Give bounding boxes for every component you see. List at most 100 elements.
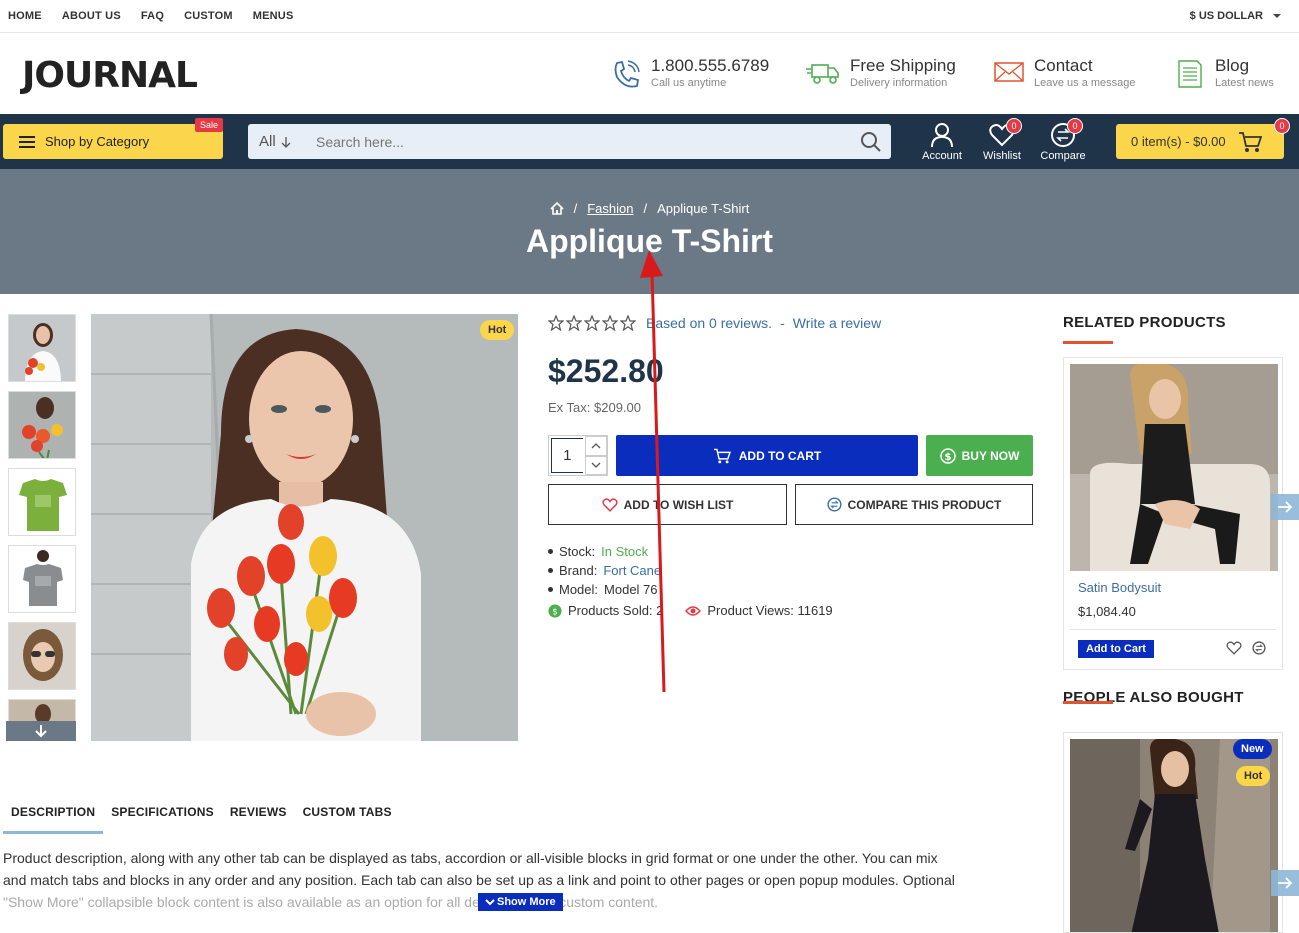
- product-views: Product Views: 11619: [685, 601, 833, 620]
- search-button[interactable]: [851, 131, 891, 153]
- related-product-image[interactable]: [1070, 364, 1278, 571]
- buy-now-label: BUY NOW: [961, 448, 1020, 463]
- nav-faq-link[interactable]: FAQ: [141, 10, 164, 22]
- also-bought-next-button[interactable]: [1271, 870, 1299, 896]
- stock-row: Stock: In Stock: [548, 542, 833, 561]
- main-navbar: Shop by Category Sale All Account 0 Wish…: [0, 114, 1299, 169]
- hot-badge: Hot: [480, 320, 515, 340]
- star-icon: [566, 315, 582, 331]
- eye-icon: [685, 605, 702, 616]
- cart-summary: 0 item(s) - $0.00: [1131, 134, 1226, 149]
- new-badge: New: [1233, 739, 1272, 759]
- add-to-cart-button[interactable]: ADD TO CART: [616, 435, 918, 476]
- thumbnail-3[interactable]: [8, 468, 76, 536]
- reviews-count-link[interactable]: Based on 0 reviews.: [646, 315, 772, 331]
- tab-description[interactable]: DESCRIPTION: [3, 800, 104, 834]
- cart-count-badge: 0: [1274, 118, 1290, 134]
- account-button[interactable]: Account: [912, 120, 972, 162]
- stats-row: $ Products Sold: 2 Product Views: 11619: [548, 601, 833, 620]
- tab-reviews[interactable]: REVIEWS: [222, 800, 295, 834]
- tab-specifications[interactable]: SPECIFICATIONS: [103, 800, 222, 834]
- breadcrumb-separator: /: [643, 201, 648, 216]
- currency-label: $ US DOLLAR: [1189, 10, 1263, 22]
- quantity-decrease-button[interactable]: [584, 455, 607, 475]
- related-add-to-cart-button[interactable]: Add to Cart: [1078, 640, 1154, 658]
- phone-sub: Call us anytime: [651, 77, 727, 89]
- show-more-label: Show More: [497, 896, 556, 908]
- product-main-image[interactable]: Hot: [91, 314, 518, 741]
- wishlist-button[interactable]: 0 Wishlist: [972, 118, 1032, 162]
- thumbnails-scroll-down-button[interactable]: [6, 721, 76, 741]
- nav-menus-link[interactable]: MENUS: [253, 10, 294, 22]
- thumbnail-1[interactable]: [8, 314, 76, 382]
- wishlist-count-badge: 0: [1006, 118, 1022, 134]
- header-contact[interactable]: Contact Leave us a message: [994, 57, 1136, 89]
- thumbnail-4[interactable]: [8, 545, 76, 613]
- site-logo[interactable]: JOURNAL: [22, 55, 198, 96]
- title-underline: [1063, 341, 1113, 344]
- nav-custom-link[interactable]: CUSTOM: [184, 10, 233, 22]
- product-thumbnails: [8, 314, 76, 741]
- show-more-button[interactable]: Show More: [478, 893, 563, 911]
- currency-selector[interactable]: $ US DOLLAR: [1190, 10, 1281, 22]
- model-value: Model 76: [604, 582, 658, 597]
- nav-home-link[interactable]: HOME: [8, 10, 42, 22]
- search-bar: All: [248, 124, 891, 159]
- add-to-wishlist-button[interactable]: ADD TO WISH LIST: [548, 484, 787, 525]
- add-to-wishlist-label: ADD TO WISH LIST: [623, 497, 734, 512]
- dollar-circle-icon: $: [939, 447, 956, 464]
- related-product-name[interactable]: Satin Bodysuit: [1078, 580, 1161, 595]
- chevron-down-icon: [591, 462, 601, 469]
- related-product-card: Satin Bodysuit $1,084.40 Add to Cart: [1063, 357, 1283, 670]
- model-row: Model: Model 76: [548, 580, 833, 599]
- compare-button[interactable]: 0 Compare: [1033, 118, 1093, 162]
- rating-row: Based on 0 reviews. - Write a review: [548, 314, 1038, 332]
- compare-product-button[interactable]: COMPARE THIS PRODUCT: [795, 484, 1033, 525]
- quantity-increase-button[interactable]: [584, 436, 607, 456]
- star-icon: [620, 315, 636, 331]
- arrow-down-icon: [35, 725, 47, 738]
- tab-custom-tabs[interactable]: CUSTOM TABS: [295, 800, 400, 834]
- page-title-band: / Fashion / Applique T-Shirt Applique T-…: [0, 169, 1299, 294]
- write-review-link[interactable]: Write a review: [793, 315, 881, 331]
- product-price: $252.80: [548, 353, 664, 389]
- header-phone[interactable]: 1.800.555.6789 Call us anytime: [611, 57, 769, 91]
- reviews-separator: -: [780, 315, 785, 331]
- stock-status: In Stock: [601, 544, 649, 559]
- home-icon[interactable]: [550, 202, 564, 215]
- thumbnail-5[interactable]: [8, 622, 76, 690]
- cart-icon: [1238, 131, 1262, 152]
- contact-title: Contact: [1034, 56, 1093, 75]
- site-header: JOURNAL 1.800.555.6789 Call us anytime F…: [0, 33, 1299, 113]
- brand-link[interactable]: Fort Cane: [603, 561, 661, 580]
- buy-now-button[interactable]: $ BUY NOW: [926, 435, 1033, 476]
- compare-icon[interactable]: [1252, 641, 1266, 655]
- star-icon: [602, 315, 618, 331]
- heart-icon[interactable]: [1226, 641, 1242, 655]
- quantity-stepper: 1: [548, 435, 608, 476]
- cart-button[interactable]: 0 item(s) - $0.00 0: [1116, 118, 1290, 159]
- quantity-input[interactable]: 1: [551, 438, 583, 473]
- description-line-2: and match tabs and blocks in any order a…: [3, 872, 955, 888]
- star-icon: [548, 315, 564, 331]
- product-tabs: DESCRIPTION SPECIFICATIONS REVIEWS CUSTO…: [3, 800, 400, 834]
- also-bought-product-card: New Hot: [1063, 732, 1283, 933]
- nav-about-link[interactable]: ABOUT US: [62, 10, 121, 22]
- rating-stars: [548, 315, 636, 331]
- related-next-button[interactable]: [1271, 494, 1299, 520]
- search-category-select[interactable]: All: [248, 133, 304, 150]
- products-sold: $ Products Sold: 2: [548, 601, 663, 620]
- breadcrumb-current: Applique T-Shirt: [657, 201, 750, 216]
- description-line-1: Product description, along with any othe…: [3, 850, 938, 866]
- header-shipping[interactable]: Free Shipping Delivery information: [806, 57, 956, 89]
- search-input[interactable]: [304, 133, 851, 150]
- breadcrumb: / Fashion / Applique T-Shirt: [0, 201, 1299, 216]
- product-specs: Stock: In Stock Brand: Fort Cane Model: Mod…: [548, 542, 833, 620]
- shop-by-category-button[interactable]: Shop by Category Sale: [3, 118, 223, 159]
- user-icon: [931, 123, 953, 148]
- header-blog[interactable]: Blog Latest news: [1175, 57, 1274, 89]
- breadcrumb-fashion-link[interactable]: Fashion: [587, 201, 633, 216]
- compare-product-label: COMPARE THIS PRODUCT: [847, 497, 1002, 512]
- thumbnail-2[interactable]: [8, 391, 76, 459]
- shipping-title: Free Shipping: [850, 56, 956, 75]
